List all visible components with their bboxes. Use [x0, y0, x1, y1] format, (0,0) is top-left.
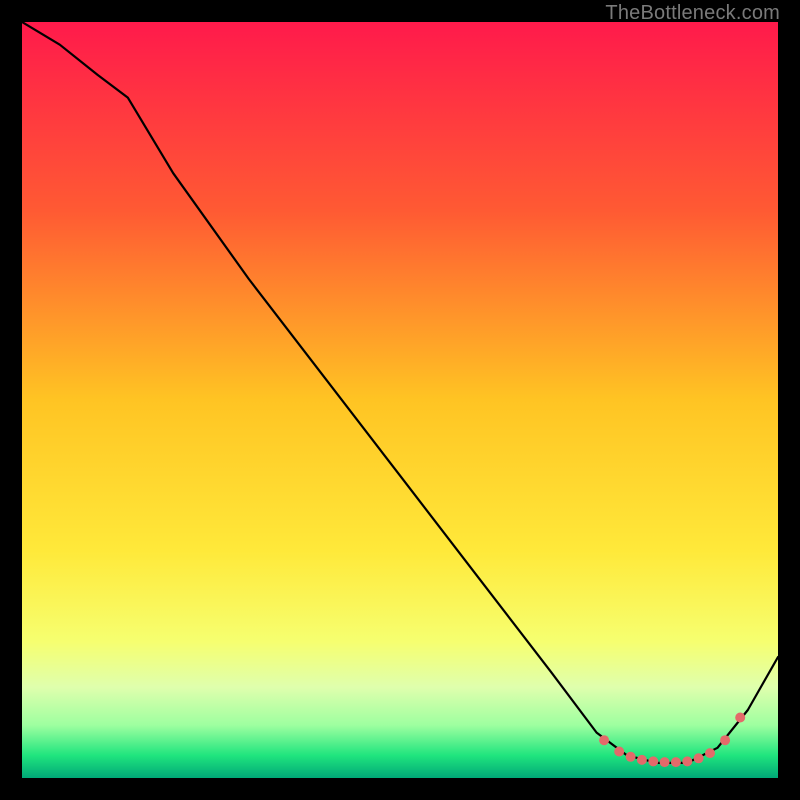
marker-point — [637, 755, 647, 765]
chart-frame: TheBottleneck.com — [0, 0, 800, 800]
marker-point — [720, 735, 730, 745]
marker-point — [599, 735, 609, 745]
gradient-background — [22, 22, 778, 778]
bottleneck-chart — [22, 22, 778, 778]
marker-point — [614, 747, 624, 757]
marker-point — [626, 752, 636, 762]
marker-point — [735, 713, 745, 723]
marker-point — [648, 756, 658, 766]
marker-point — [694, 753, 704, 763]
marker-point — [705, 748, 715, 758]
marker-point — [682, 756, 692, 766]
marker-point — [660, 757, 670, 767]
marker-point — [671, 757, 681, 767]
watermark-text: TheBottleneck.com — [605, 2, 780, 25]
